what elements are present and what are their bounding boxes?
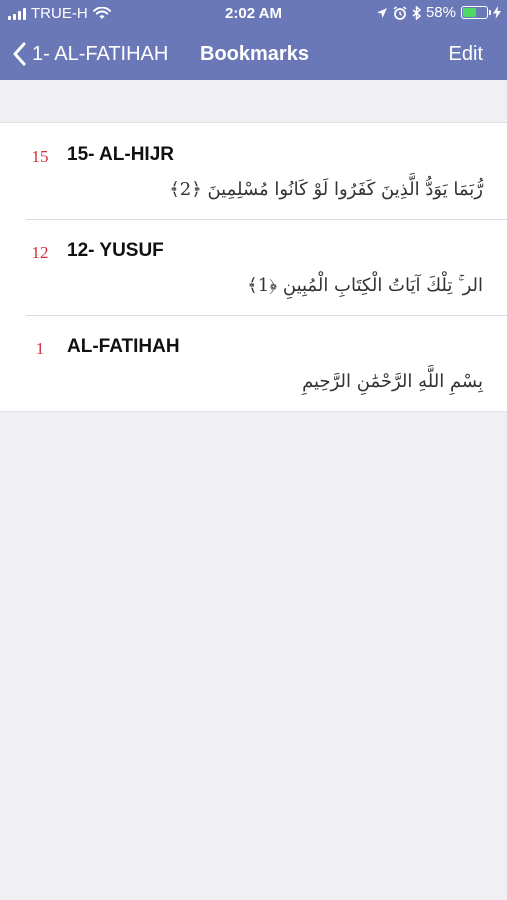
bookmark-page-number: 1 <box>35 339 45 358</box>
bookmark-verse-text: الر ۚ تِلْكَ آيَاتُ الْكِتَابِ الْمُبِين… <box>247 275 483 296</box>
battery-percent: 58% <box>425 4 456 21</box>
status-bar: TRUE-H 2:02 AM 58% <box>0 0 507 28</box>
bookmark-verse-text: بِسْمِ اللَّهِ الرَّحْمَٰنِ الرَّحِيمِ <box>302 371 483 392</box>
bookmark-page-number: 12 <box>31 243 49 262</box>
bookmark-surah-name: 15- AL-HIJR <box>67 144 174 165</box>
battery-icon <box>461 6 491 19</box>
bookmark-verse-text: رُّبَمَا يَوَدُّ الَّذِينَ كَفَرُوا لَوْ… <box>169 179 483 200</box>
bookmark-surah-name: AL-FATIHAH <box>67 336 180 357</box>
bookmark-row[interactable]: 12 12- YUSUF الر ۚ تِلْكَ آيَاتُ الْكِتَ… <box>0 219 507 315</box>
bookmark-row[interactable]: 1 AL-FATIHAH بِسْمِ اللَّهِ الرَّحْمَٰنِ… <box>0 315 507 411</box>
alarm-icon <box>393 5 407 20</box>
status-right: 58% <box>376 4 501 21</box>
navigation-bar: 1- AL-FATIHAH Bookmarks Edit <box>0 28 507 80</box>
charging-icon <box>493 6 501 19</box>
back-button[interactable]: 1- AL-FATIHAH <box>12 28 168 80</box>
page-title: Bookmarks <box>200 43 309 65</box>
bookmark-page-number: 15 <box>31 147 49 166</box>
location-icon <box>376 7 387 18</box>
back-button-label: 1- AL-FATIHAH <box>32 42 169 65</box>
chevron-left-icon <box>13 42 26 66</box>
bookmark-row[interactable]: 15 15- AL-HIJR رُّبَمَا يَوَدُّ الَّذِين… <box>0 123 507 219</box>
edit-button[interactable]: Edit <box>449 28 483 80</box>
bluetooth-icon <box>412 5 421 20</box>
bookmark-surah-name: 12- YUSUF <box>67 240 164 261</box>
bookmark-list: 15 15- AL-HIJR رُّبَمَا يَوَدُّ الَّذِين… <box>0 122 507 412</box>
